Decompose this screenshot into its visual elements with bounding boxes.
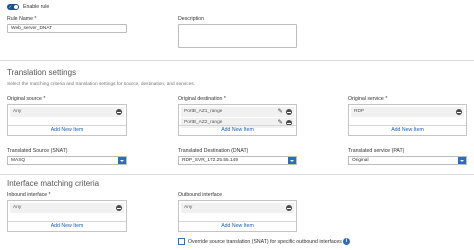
remove-icon[interactable] xyxy=(116,205,122,211)
required-marker: * xyxy=(385,96,388,102)
list-item: PortB_AZ1_range ✎ xyxy=(181,107,294,117)
remove-icon[interactable] xyxy=(116,109,122,115)
list-item-text: RDP xyxy=(354,109,365,114)
remove-icon[interactable] xyxy=(286,205,292,211)
list-item-text: Any xyxy=(13,109,22,114)
list-item: Any xyxy=(181,203,294,213)
rule-name-label: Rule Name * xyxy=(7,16,36,22)
enable-rule-toggle[interactable]: ✓ xyxy=(7,4,19,10)
inbound-interface-label: Inbound interface * xyxy=(7,192,51,198)
description-label: Description xyxy=(178,16,204,22)
translation-settings-hint: Select the matching criteria and transla… xyxy=(7,82,195,87)
remove-icon[interactable] xyxy=(286,109,292,115)
check-icon: ✓ xyxy=(8,4,12,10)
add-new-item-button[interactable]: Add New Item xyxy=(8,221,126,231)
translated-source-value: MASQ xyxy=(11,158,26,163)
original-destination-list: PortB_AZ1_range ✎ PortB_AZ2_range ✎ Add … xyxy=(178,104,297,136)
translated-service-label: Translated service (PAT) xyxy=(348,148,405,154)
list-item: RDP xyxy=(351,107,464,117)
override-snat-label: Override source translation (SNAT) for s… xyxy=(188,239,342,245)
chevron-down-icon[interactable] xyxy=(458,157,466,164)
section-divider xyxy=(0,60,474,61)
translation-settings-title: Translation settings xyxy=(7,68,77,77)
add-new-item-button[interactable]: Add New Item xyxy=(179,221,296,231)
chevron-down-icon[interactable] xyxy=(118,157,126,164)
translated-source-label: Translated Source (SNAT) xyxy=(7,148,68,154)
list-item: Any xyxy=(10,203,124,213)
translated-service-select[interactable]: Original xyxy=(348,156,467,165)
required-marker: * xyxy=(43,96,46,102)
original-service-label-text: Original service xyxy=(348,96,384,102)
translated-destination-label: Translated Destination (DNAT) xyxy=(178,148,249,154)
description-textarea[interactable] xyxy=(178,24,297,48)
add-new-item-button[interactable]: Add New Item xyxy=(179,125,296,135)
enable-rule-label: Enable rule xyxy=(23,4,50,10)
required-marker: * xyxy=(223,96,226,102)
list-item-text: Any xyxy=(13,205,22,210)
required-marker: * xyxy=(34,16,37,22)
list-item-text: Any xyxy=(184,205,193,210)
outbound-interface-list: Any Add New Item xyxy=(178,200,297,232)
translated-source-select[interactable]: MASQ xyxy=(7,156,127,165)
translated-destination-value: RDP_SVR_172.25.55.149 xyxy=(182,158,239,163)
outbound-interface-label: Outbound interface xyxy=(178,192,223,198)
pencil-icon[interactable]: ✎ xyxy=(278,108,283,116)
original-source-label-text: Original source xyxy=(7,96,42,102)
rule-name-value: Web_server_DNAT xyxy=(11,26,53,31)
add-new-item-button[interactable]: Add New Item xyxy=(349,125,466,135)
translated-service-value: Original xyxy=(352,158,369,163)
remove-icon[interactable] xyxy=(456,109,462,115)
original-source-list: Any Add New Item xyxy=(7,104,127,136)
inbound-interface-list: Any Add New Item xyxy=(7,200,127,232)
translated-destination-select[interactable]: RDP_SVR_172.25.55.149 xyxy=(178,156,297,165)
rule-name-input[interactable]: Web_server_DNAT xyxy=(7,24,127,33)
original-destination-label-text: Original destination xyxy=(178,96,223,102)
original-service-list: RDP Add New Item xyxy=(348,104,467,136)
section-divider xyxy=(0,174,474,175)
list-item: Any xyxy=(10,107,124,117)
required-marker: * xyxy=(48,192,51,198)
list-item-text: PortB_AZ1_range xyxy=(184,109,223,114)
toggle-knob xyxy=(13,4,19,10)
override-snat-checkbox[interactable] xyxy=(178,238,185,245)
add-new-item-button[interactable]: Add New Item xyxy=(8,125,126,135)
interface-matching-title: Interface matching criteria xyxy=(7,179,100,188)
original-service-label: Original service * xyxy=(348,96,387,102)
info-icon[interactable]: i xyxy=(343,238,350,245)
original-source-label: Original source * xyxy=(7,96,45,102)
inbound-interface-label-text: Inbound interface xyxy=(7,192,48,198)
original-destination-label: Original destination * xyxy=(178,96,226,102)
chevron-down-icon[interactable] xyxy=(288,157,296,164)
rule-name-label-text: Rule Name xyxy=(7,16,33,22)
